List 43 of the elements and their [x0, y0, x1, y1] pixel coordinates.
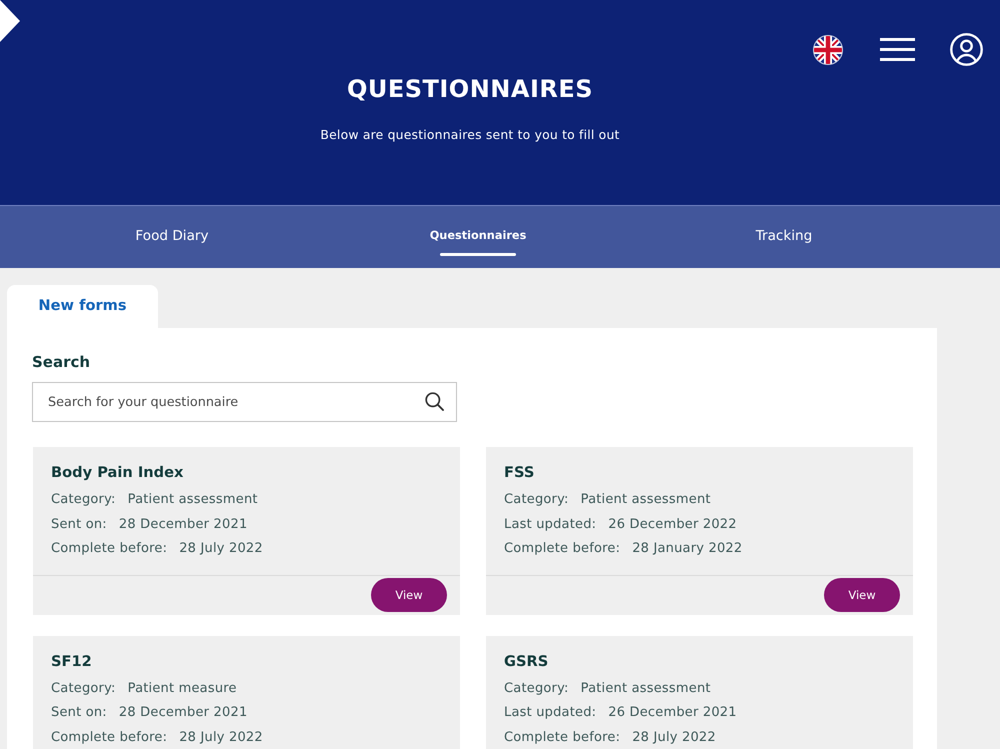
nav-tab[interactable]: Questionnaires: [426, 216, 530, 258]
card-title: FSS: [504, 463, 534, 483]
field-label: Category:: [504, 680, 569, 698]
view-button[interactable]: View: [824, 578, 900, 612]
triangle-icon[interactable]: [0, 0, 20, 42]
search-field[interactable]: Search for your questionnaire: [32, 382, 457, 422]
field-label: Complete before:: [504, 728, 620, 746]
field-label: Sent on:: [51, 516, 107, 534]
field-value: 28 December 2021: [118, 704, 248, 722]
field-value: 28 July 2022: [632, 728, 716, 746]
card-title: SF12: [51, 652, 92, 672]
nav-tab[interactable]: Tracking: [752, 216, 816, 258]
field-label: Sent on:: [51, 704, 107, 722]
field-value: Patient assessment: [580, 491, 711, 509]
card-title: GSRS: [504, 652, 548, 672]
view-button[interactable]: View: [371, 578, 447, 612]
search-label: Search: [32, 352, 90, 372]
field-label: Last updated:: [504, 516, 596, 534]
field-value: Patient assessment: [580, 680, 711, 698]
field-label: Category:: [504, 491, 569, 509]
field-value: 28 July 2022: [179, 728, 263, 746]
field-value: 28 July 2022: [179, 540, 263, 558]
form-tab[interactable]: New forms: [7, 285, 158, 328]
field-label: Complete before:: [504, 540, 620, 558]
user-icon[interactable]: [950, 33, 983, 66]
page-title: QUESTIONNAIRES: [346, 74, 594, 104]
field-value: 26 December 2022: [608, 516, 737, 534]
nav-tab[interactable]: Food Diary: [131, 216, 213, 258]
card-title: Body Pain Index: [51, 463, 184, 483]
menu-icon[interactable]: [880, 38, 915, 61]
field-value: 28 December 2021: [118, 516, 248, 534]
field-value: 26 December 2021: [608, 704, 737, 722]
field-value: Patient measure: [128, 680, 237, 698]
page-subtitle: Below are questionnaires sent to you to fill out: [320, 126, 620, 144]
field-label: Last updated:: [504, 704, 596, 722]
field-label: Category:: [51, 491, 116, 509]
search-icon[interactable]: [425, 392, 444, 411]
field-label: Complete before:: [51, 728, 168, 746]
field-value: 28 January 2022: [632, 540, 742, 558]
uk-flag-icon[interactable]: [813, 34, 843, 64]
field-label: Category:: [51, 680, 116, 698]
field-label: Complete before:: [51, 540, 168, 558]
field-value: Patient assessment: [128, 491, 258, 509]
